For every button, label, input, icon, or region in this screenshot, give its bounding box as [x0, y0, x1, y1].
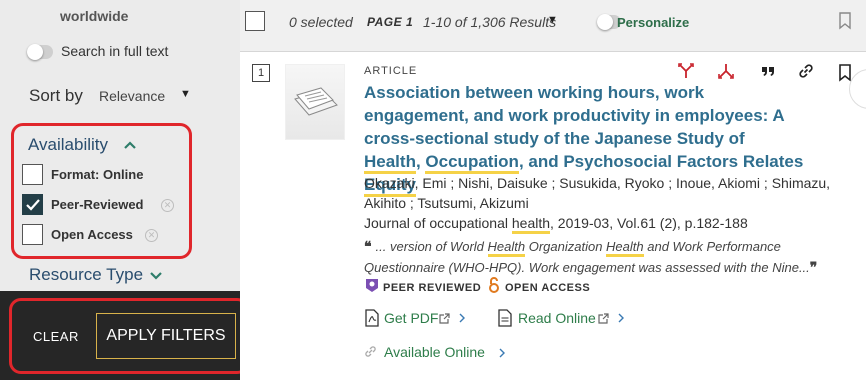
remove-filter-icon[interactable]: ✕	[161, 199, 174, 212]
chevron-right-icon	[459, 313, 465, 323]
journal-highlight: health	[511, 215, 551, 234]
citing-icon[interactable]	[717, 62, 735, 80]
available-online-label: Available Online	[384, 344, 485, 360]
results-range: 1-10 of 1,306 Results	[423, 14, 557, 30]
result-authors: Okazaki, Emi ; Nishi, Daisuke ; Susukida…	[364, 175, 831, 211]
snippet-highlight: Health	[487, 239, 526, 257]
cited-icon[interactable]	[677, 62, 695, 80]
article-icon	[294, 87, 338, 116]
pdf-icon	[365, 309, 379, 327]
format-online-checkbox[interactable]	[22, 164, 43, 185]
link-icon[interactable]	[797, 62, 815, 80]
results-caret-icon[interactable]: ▼	[547, 14, 558, 26]
facet-label: Peer-Reviewed	[51, 197, 144, 212]
resource-type-title[interactable]: Resource Type	[29, 265, 143, 285]
chevron-up-icon[interactable]	[123, 138, 137, 152]
snippet-text: ... version of World	[375, 239, 488, 254]
bookmark-icon[interactable]	[838, 12, 852, 30]
read-online-label: Read Online	[518, 310, 596, 326]
document-icon	[498, 309, 512, 327]
chevron-right-icon	[618, 313, 624, 323]
remove-filter-icon[interactable]: ✕	[145, 229, 158, 242]
title-highlight: Health	[364, 152, 416, 174]
results-toolbar: 0 selected PAGE 1 1-10 of 1,306 Results …	[240, 0, 866, 52]
title-text: Association between working hours, work …	[364, 83, 785, 148]
result-snippet: ❝... version of World Health Organizatio…	[364, 236, 834, 278]
full-text-toggle[interactable]	[27, 44, 53, 60]
sort-select[interactable]: Relevance	[99, 88, 165, 104]
bookmark-icon[interactable]	[838, 64, 852, 82]
open-quote-icon: ❝	[364, 238, 372, 254]
result-number: 1	[252, 64, 270, 82]
selected-count: 0 selected	[289, 14, 353, 30]
snippet-text: Organization	[525, 239, 607, 254]
snippet-highlight: Health	[606, 239, 644, 257]
result-item: 1 ARTICLE Association between working ho…	[240, 52, 866, 380]
open-access-icon	[489, 277, 499, 293]
page-label: PAGE 1	[367, 15, 414, 29]
sort-caret-icon[interactable]: ▼	[180, 88, 191, 100]
clear-button[interactable]: CLEAR	[33, 329, 79, 344]
check-icon	[26, 199, 40, 211]
title-text: ,	[415, 152, 426, 171]
apply-filters-button[interactable]: APPLY FILTERS	[96, 313, 236, 359]
result-thumbnail[interactable]	[285, 64, 345, 140]
facet-label: Format: Online	[51, 167, 144, 182]
facet-label: Open Access	[51, 227, 133, 242]
open-access-checkbox[interactable]	[22, 224, 43, 245]
title-text: , and Psychosocial Factors Relates	[518, 152, 804, 171]
select-all-checkbox[interactable]	[245, 11, 265, 31]
resource-type-label: ARTICLE	[364, 65, 418, 77]
availability-title[interactable]: Availability	[28, 135, 108, 155]
peer-reviewed-checkbox[interactable]	[22, 194, 43, 215]
partial-filter-option[interactable]: worldwide	[60, 8, 128, 24]
full-text-label: Search in full text	[61, 43, 169, 59]
quote-icon[interactable]	[759, 62, 777, 80]
chevron-right-icon	[499, 348, 505, 358]
result-journal: Journal of occupational health, 2019-03,…	[364, 215, 748, 234]
personalize-label[interactable]: Personalize	[617, 15, 689, 30]
journal-text: , 2019-03, Vol.61 (2), p.182-188	[550, 215, 748, 231]
chevron-down-icon[interactable]	[149, 268, 163, 282]
sort-label: Sort by	[29, 86, 83, 105]
journal-text: Journal of occupational	[364, 215, 512, 231]
peer-reviewed-icon	[366, 279, 378, 292]
get-pdf-label: Get PDF	[384, 310, 439, 326]
external-link-icon	[598, 313, 609, 324]
close-quote-icon: ❞	[809, 259, 818, 275]
external-link-icon	[439, 313, 450, 324]
title-highlight: Occupation	[425, 152, 519, 174]
link-icon	[365, 346, 376, 357]
